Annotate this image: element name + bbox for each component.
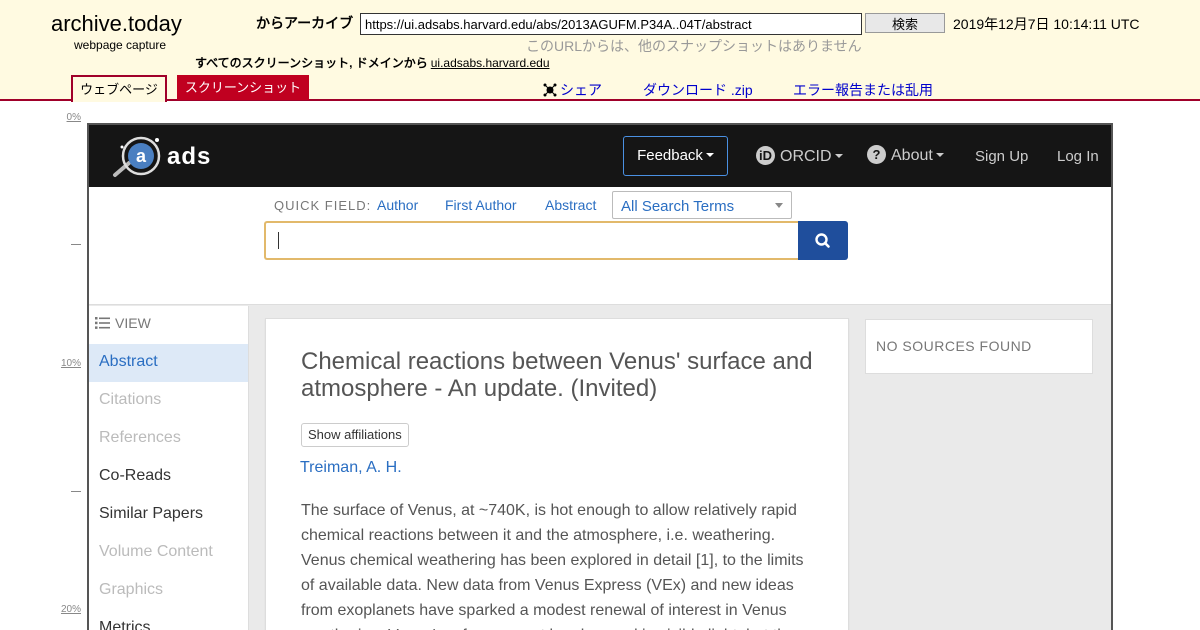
sidebar-item-metrics[interactable]: Metrics (89, 610, 248, 630)
no-sources-text: NO SOURCES FOUND (876, 338, 1032, 354)
orcid-dropdown[interactable]: iD ORCID (756, 146, 843, 166)
feedback-dropdown[interactable]: Feedback (623, 136, 728, 176)
paper-title: Chemical reactions between Venus' surfac… (301, 348, 813, 402)
archive-search-button[interactable]: 検索 (865, 13, 945, 33)
download-zip-link[interactable]: ダウンロード .zip (643, 80, 753, 100)
sidebar-item-graphics: Graphics (99, 581, 164, 598)
ads-navbar: a ads Feedback iD ORCID ? About Sign Up Lo… (89, 125, 1111, 187)
all-screenshots-line: すべてのスクリーンショット, ドメインから ui.adsabs.harvard.e… (195, 54, 550, 71)
archive-timestamp: 2019年12月7日 10:14:11 UTC (953, 16, 1140, 32)
orcid-label: ORCID (780, 148, 832, 165)
search-terms-select[interactable]: All Search Terms (612, 191, 792, 219)
report-abuse-link[interactable]: エラー報告または乱用 (793, 80, 933, 100)
no-snapshots-note: このURLからは、他のスナップショットはありません (526, 38, 862, 54)
ruler-label-20[interactable]: 20% (55, 604, 81, 615)
share-link[interactable]: シェア (543, 80, 602, 100)
list-icon (95, 317, 110, 329)
quick-field-author[interactable]: Author (377, 197, 418, 213)
archive-logo[interactable]: archive.today (51, 11, 182, 37)
search-area: QUICK FIELD: Author First Author Abstrac… (89, 187, 1111, 305)
chevron-down-icon (834, 154, 843, 158)
archive-from-label: からアーカイブ (256, 15, 354, 31)
ads-logo-icon[interactable]: a (111, 135, 165, 179)
login-link[interactable]: Log In (1057, 148, 1099, 165)
sidebar-item-volume-content: Volume Content (99, 543, 213, 560)
show-affiliations-button[interactable]: Show affiliations (301, 423, 409, 447)
svg-text:a: a (136, 146, 147, 166)
share-label: シェア (560, 82, 602, 98)
ruler-label-10[interactable]: 10% (55, 358, 81, 369)
sidebar-item-citations: Citations (99, 391, 162, 408)
author-link[interactable]: Treiman, A. H. (300, 459, 402, 477)
archive-header: archive.today webpage capture からアーカイブ 検索… (0, 0, 1200, 102)
abstract-text: The surface of Venus, at ~740K, is hot e… (301, 502, 809, 630)
ruler-label-0[interactable]: 0% (55, 112, 81, 123)
archive-subtitle: webpage capture (74, 38, 167, 52)
text-cursor (278, 232, 279, 249)
search-button[interactable] (798, 221, 848, 260)
chevron-down-icon (935, 153, 944, 157)
sidebar-item-similar-papers[interactable]: Similar Papers (89, 496, 248, 534)
about-label: About (891, 147, 933, 164)
sidebar-item-abstract[interactable]: Abstract (89, 344, 248, 382)
domain-link[interactable]: ui.adsabs.harvard.edu (431, 56, 550, 70)
all-screenshots-label: すべてのスクリーンショット, ドメインから (195, 56, 428, 70)
sources-card: NO SOURCES FOUND (865, 319, 1093, 374)
feedback-label: Feedback (637, 147, 703, 164)
quick-field-first-author[interactable]: First Author (445, 197, 517, 213)
quick-field-abstract[interactable]: Abstract (545, 197, 596, 213)
ads-brand[interactable]: ads (167, 143, 211, 171)
view-sidebar: VIEW Abstract Citations References Co-Re… (89, 306, 249, 630)
search-terms-value: All Search Terms (621, 198, 735, 215)
about-dropdown[interactable]: ? About (867, 145, 944, 165)
archive-url-input[interactable] (360, 13, 862, 35)
view-heading: VIEW (95, 315, 151, 331)
search-icon (815, 233, 830, 248)
chevron-down-icon (705, 153, 714, 157)
chevron-down-icon (775, 203, 783, 208)
quick-field-label: QUICK FIELD: (274, 198, 372, 213)
view-heading-label: VIEW (115, 315, 151, 331)
ruler-tick (71, 491, 81, 492)
signup-link[interactable]: Sign Up (975, 148, 1028, 165)
abstract-card: Chemical reactions between Venus' surfac… (265, 318, 849, 630)
share-icon (543, 83, 557, 97)
tab-webpage[interactable]: ウェブページ (71, 75, 167, 102)
orcid-icon: iD (756, 146, 775, 165)
captured-page-frame: a ads Feedback iD ORCID ? About Sign Up Lo… (87, 123, 1113, 630)
question-circle-icon: ? (867, 145, 886, 164)
sidebar-item-references: References (99, 429, 181, 446)
search-input[interactable] (264, 221, 799, 260)
sidebar-item-co-reads[interactable]: Co-Reads (89, 458, 248, 496)
ruler-tick (71, 244, 81, 245)
tab-screenshot[interactable]: スクリーンショット (177, 75, 309, 100)
